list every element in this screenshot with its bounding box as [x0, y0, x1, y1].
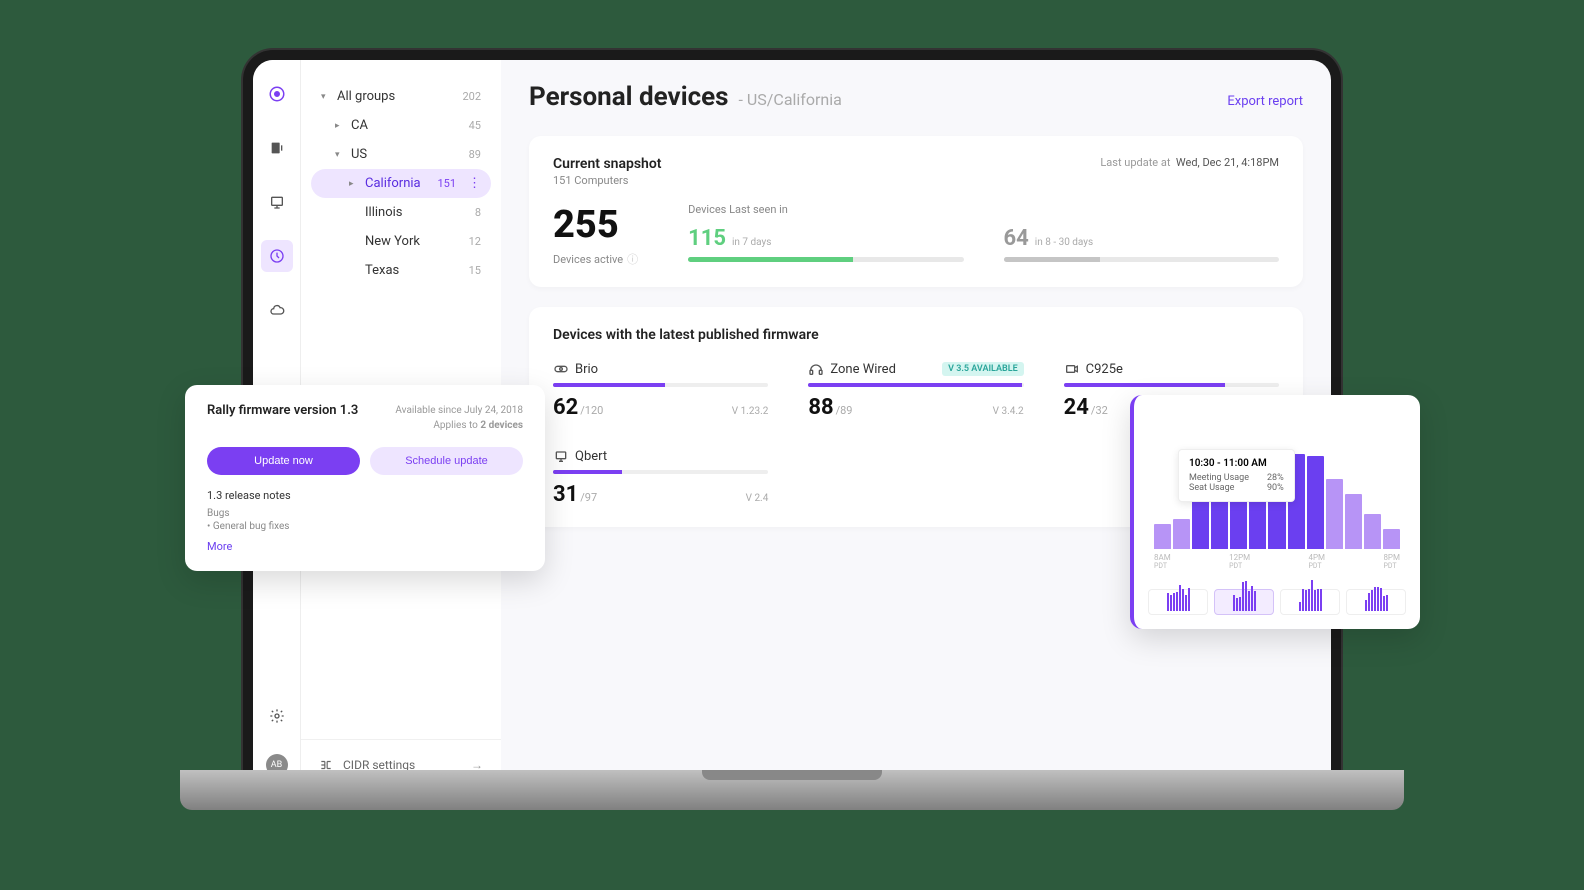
sidebar-item-us[interactable]: ▾ US 89	[311, 140, 491, 169]
chart-thumbnails	[1148, 589, 1406, 615]
chart-xlabel: 8AMPDT	[1154, 553, 1171, 570]
nav-dashboard-icon[interactable]	[261, 240, 293, 272]
tree-count: 202	[462, 90, 481, 103]
chart-xlabel: 12PMPDT	[1229, 553, 1250, 570]
device-total: /97	[580, 491, 597, 504]
chart-bar	[1364, 514, 1381, 549]
seen-7days: 115in 7 days	[688, 226, 963, 262]
chart-bar	[1173, 519, 1190, 549]
snapshot-subtitle: 151 Computers	[553, 174, 662, 187]
chart-bar	[1383, 529, 1400, 549]
device-name: Qbert	[575, 449, 607, 464]
breadcrumb: - US/California	[739, 90, 842, 109]
device-total: /89	[836, 404, 853, 417]
caret-icon: ▾	[335, 150, 345, 160]
firmware-update-popup: Rally firmware version 1.3 Available sin…	[185, 385, 545, 571]
chart-tooltip: 10:30 - 11:00 AM Meeting Usage28% Seat U…	[1178, 449, 1295, 502]
chart-thumb-3[interactable]	[1280, 589, 1340, 615]
seen-30days: 64in 8 - 30 days	[1004, 226, 1279, 262]
tree-count: 89	[469, 148, 481, 161]
update-now-button[interactable]: Update now	[207, 447, 360, 475]
snapshot-title: Current snapshot	[553, 156, 662, 172]
tree-count: 45	[469, 119, 481, 132]
caret-icon: ▸	[335, 121, 345, 131]
caret-icon: ▸	[349, 179, 359, 189]
device-name: C925e	[1086, 362, 1123, 377]
chart-xlabel: 4PMPDT	[1309, 553, 1326, 570]
info-icon[interactable]: ⓘ	[627, 251, 638, 267]
firmware-card-title: Devices with the latest published firmwa…	[553, 327, 1279, 343]
usage-chart-popup: 10:30 - 11:00 AM Meeting Usage28% Seat U…	[1130, 395, 1420, 629]
seen-title: Devices Last seen in	[688, 203, 1279, 216]
release-notes-item: • General bug fixes	[207, 521, 523, 532]
snapshot-card: Current snapshot 151 Computers Last upda…	[529, 136, 1303, 287]
export-report-link[interactable]: Export report	[1227, 94, 1303, 109]
tree-label: New York	[365, 234, 420, 249]
nav-devices-icon[interactable]	[261, 132, 293, 164]
devices-active-metric: 255 Devices active ⓘ	[553, 203, 638, 267]
device-count: 24	[1064, 395, 1089, 420]
chart-bar	[1326, 479, 1343, 549]
nav-cloud-icon[interactable]	[261, 294, 293, 326]
release-notes-title: 1.3 release notes	[207, 489, 523, 502]
nav-rooms-icon[interactable]	[261, 186, 293, 218]
chart-thumb-4[interactable]	[1346, 589, 1406, 615]
tree-count: 8	[475, 206, 481, 219]
device-count: 62	[553, 395, 578, 420]
page-title: Personal devices	[529, 82, 729, 112]
device-icon	[553, 448, 569, 464]
chart-xlabel: 8PMPDT	[1383, 553, 1400, 570]
device-version: V 1.23.2	[732, 406, 769, 417]
device-count: 88	[808, 395, 833, 420]
firmware-item-zone-wired[interactable]: Zone Wired V 3.5 AVAILABLE 88/89 V 3.4.2	[808, 361, 1023, 420]
tree-label: California	[365, 176, 421, 191]
device-icon	[553, 361, 569, 377]
sidebar-item-california[interactable]: ▸ California 151 ⋮	[311, 169, 491, 198]
device-name: Zone Wired	[830, 362, 896, 377]
caret-icon: ▾	[321, 92, 331, 102]
chart-thumb-2[interactable]	[1214, 589, 1274, 615]
tree-label: US	[351, 147, 367, 162]
popup-title: Rally firmware version 1.3	[207, 403, 358, 418]
device-name: Brio	[575, 362, 598, 377]
sidebar-item-new-york[interactable]: New York 12	[311, 227, 491, 256]
device-icon	[1064, 361, 1080, 377]
page-header: Personal devices - US/California Export …	[529, 82, 1303, 112]
sidebar-item-texas[interactable]: Texas 15	[311, 256, 491, 285]
tree-label: All groups	[337, 89, 395, 104]
tree-count: 151	[437, 177, 456, 190]
popup-meta: Available since July 24, 2018 Applies to…	[395, 403, 523, 433]
more-link[interactable]: More	[207, 540, 523, 553]
chart-bar	[1154, 524, 1171, 549]
nav-settings-icon[interactable]	[261, 700, 293, 732]
firmware-item-qbert[interactable]: Qbert 31/97 V 2.4	[553, 448, 768, 507]
snapshot-updated: Last update at Wed, Dec 21, 4:18PM	[1100, 156, 1279, 169]
tree-label: Illinois	[365, 205, 402, 220]
device-version: V 2.4	[746, 493, 769, 504]
more-icon[interactable]: ⋮	[468, 176, 481, 191]
schedule-update-button[interactable]: Schedule update	[370, 447, 523, 475]
device-version: V 3.4.2	[993, 406, 1024, 417]
chart-thumb-1[interactable]	[1148, 589, 1208, 615]
device-icon	[808, 361, 824, 377]
chart-bar	[1307, 456, 1324, 549]
chart-bar	[1345, 494, 1362, 549]
device-total: /32	[1091, 404, 1108, 417]
tree-label: CA	[351, 118, 368, 133]
tree-count: 15	[469, 264, 481, 277]
sidebar-item-all-groups[interactable]: ▾ All groups 202	[311, 82, 491, 111]
device-count: 31	[553, 482, 578, 507]
device-total: /120	[580, 404, 603, 417]
sidebar-item-illinois[interactable]: Illinois 8	[311, 198, 491, 227]
nav-logo[interactable]	[261, 78, 293, 110]
firmware-item-brio[interactable]: Brio 62/120 V 1.23.2	[553, 361, 768, 420]
tree-label: Texas	[365, 263, 399, 278]
version-badge: V 3.5 AVAILABLE	[942, 362, 1024, 376]
tree-count: 12	[469, 235, 481, 248]
sidebar-item-ca[interactable]: ▸ CA 45	[311, 111, 491, 140]
release-notes-category: Bugs	[207, 508, 523, 519]
